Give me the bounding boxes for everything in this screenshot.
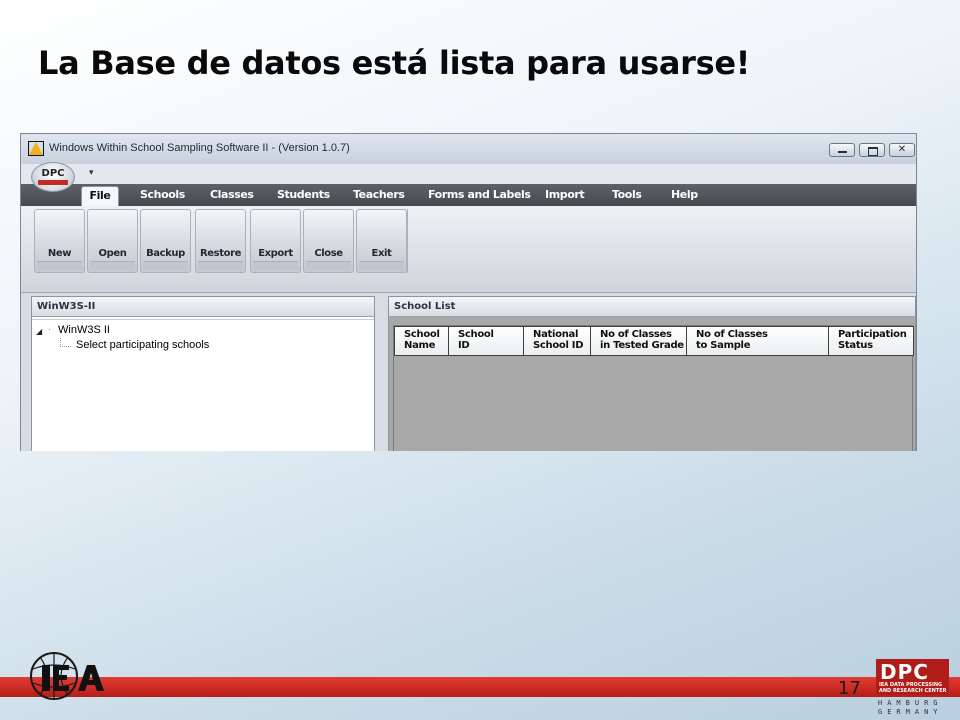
school-list-pane: School List School Name School ID Nation… (388, 296, 916, 451)
tree-collapse-icon[interactable]: ◢ (36, 327, 42, 336)
menu-students[interactable]: Students (277, 184, 330, 206)
column-header-classes-in-tested-grade[interactable]: No of Classes in Tested Grade (590, 326, 687, 356)
tree-node-icon: · (48, 324, 51, 334)
grid-header-row: School Name School ID National School ID… (394, 326, 914, 356)
dpc-logo: DPC IEA DATA PROCESSING AND RESEARCH CEN… (876, 659, 956, 719)
dpc-logo-location: HAMBURG GERMANY (878, 699, 943, 717)
column-header-school-name[interactable]: School Name (394, 326, 449, 356)
exit-button[interactable]: Exit (356, 209, 407, 273)
column-header-line: School (404, 329, 440, 340)
dpc-subtitle-line: AND RESEARCH CENTER (879, 688, 947, 694)
restore-button[interactable]: Restore (195, 209, 246, 273)
column-header-line: National (533, 329, 579, 340)
menu-bar: File Schools Classes Students Teachers F… (21, 184, 916, 206)
school-list-header: School List (389, 297, 915, 317)
column-header-classes-to-sample[interactable]: No of Classes to Sample (686, 326, 829, 356)
new-button[interactable]: New (34, 209, 85, 273)
column-header-line: No of Classes (600, 329, 672, 340)
quick-access-dropdown-icon[interactable]: ▾ (89, 167, 94, 178)
menu-teachers[interactable]: Teachers (353, 184, 405, 206)
tree-root-item[interactable]: WinW3S II (58, 324, 110, 336)
backup-button[interactable]: Backup (140, 209, 191, 273)
column-header-line: No of Classes (696, 329, 768, 340)
dpc-logo-box: DPC IEA DATA PROCESSING AND RESEARCH CEN… (876, 659, 949, 695)
dpc-country-line: GERMANY (878, 708, 943, 716)
orb-red-band (38, 180, 68, 185)
tree-item-select-participating-schools[interactable]: Select participating schools (76, 339, 209, 351)
window-title: Windows Within School Sampling Software … (49, 142, 350, 154)
menu-classes[interactable]: Classes (210, 184, 254, 206)
menu-tools[interactable]: Tools (612, 184, 642, 206)
dpc-logo-subtitle: IEA DATA PROCESSING AND RESEARCH CENTER (879, 682, 947, 694)
navigation-tree: ◢ · WinW3S II Select participating schoo… (32, 319, 374, 451)
open-button[interactable]: Open (87, 209, 138, 273)
column-header-national-school-id[interactable]: National School ID (523, 326, 591, 356)
navigation-pane-header: WinW3S-II (32, 297, 374, 317)
minimize-button[interactable] (829, 143, 855, 157)
maximize-button[interactable] (859, 143, 885, 157)
export-button[interactable]: Export (250, 209, 301, 273)
window-titlebar[interactable]: Windows Within School Sampling Software … (21, 134, 916, 164)
menu-help[interactable]: Help (671, 184, 698, 206)
dpc-logo-letters: DPC (880, 660, 929, 684)
close-window-button[interactable]: ✕ (889, 143, 915, 157)
column-header-line: in Tested Grade (600, 340, 684, 351)
quick-access-bar: DPC ▾ (21, 162, 916, 192)
column-header-line: Participation (838, 329, 907, 340)
column-header-line: to Sample (696, 340, 751, 351)
column-header-line: School (458, 329, 494, 340)
orb-label: DPC (41, 168, 65, 179)
column-header-school-id[interactable]: School ID (448, 326, 524, 356)
app-window: Windows Within School Sampling Software … (20, 133, 917, 451)
footer-red-band (0, 677, 960, 697)
application-orb-button[interactable]: DPC (31, 162, 75, 192)
column-header-line: Status (838, 340, 873, 351)
tree-branch-line (60, 338, 71, 347)
column-header-line: ID (458, 340, 470, 351)
column-header-line: Name (404, 340, 436, 351)
iea-logo (26, 651, 116, 701)
column-header-line: School ID (533, 340, 584, 351)
slide-title: La Base de datos está lista para usarse! (38, 44, 751, 82)
column-header-participation-status[interactable]: Participation Status (828, 326, 914, 356)
ribbon-divider (407, 209, 408, 273)
dpc-city-line: HAMBURG (878, 699, 943, 707)
ribbon: New Open Backup Restore Export Close Exi… (21, 206, 916, 293)
menu-schools[interactable]: Schools (140, 184, 185, 206)
page-number: 17 (838, 678, 861, 699)
menu-import[interactable]: Import (545, 184, 585, 206)
menu-forms-and-labels[interactable]: Forms and Labels (428, 184, 531, 206)
app-icon (28, 141, 44, 156)
close-button[interactable]: Close (303, 209, 354, 273)
menu-file[interactable]: File (81, 186, 119, 206)
navigation-pane: WinW3S-II ◢ · WinW3S II Select participa… (31, 296, 375, 451)
school-list-grid[interactable]: School Name School ID National School ID… (393, 325, 914, 451)
